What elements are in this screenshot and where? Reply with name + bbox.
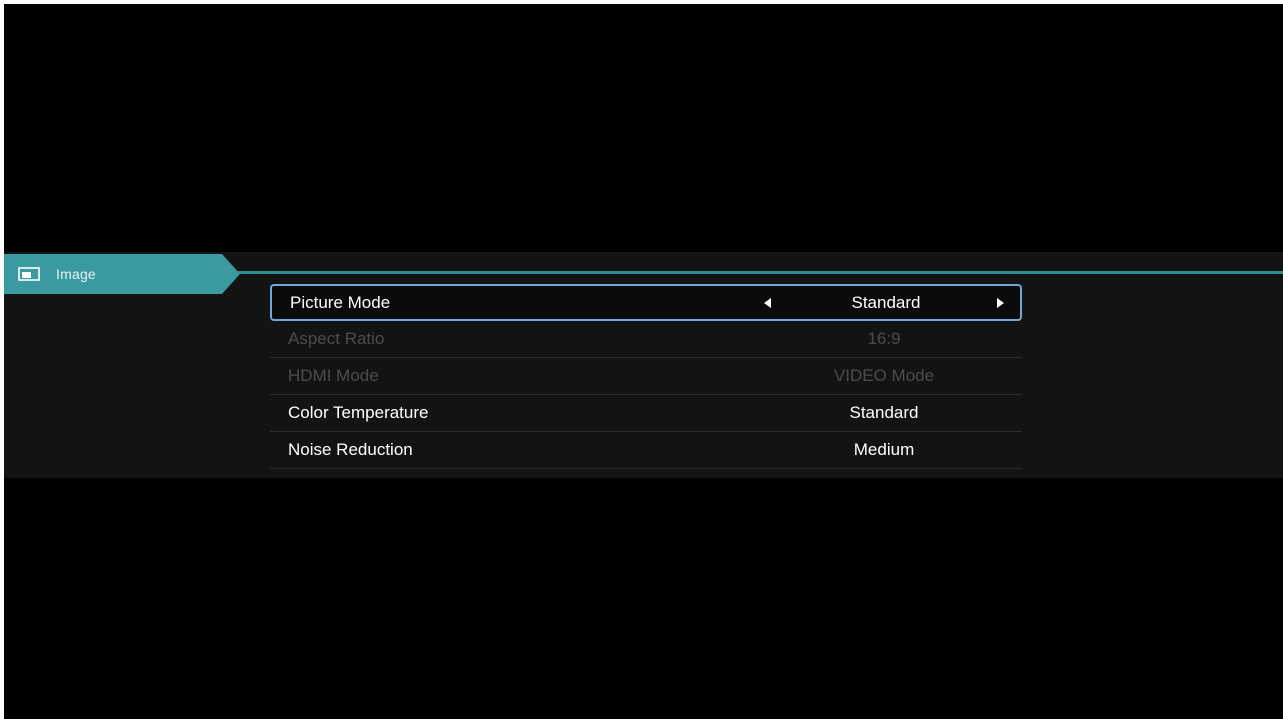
setting-value: Medium: [853, 440, 915, 459]
setting-noise-reduction[interactable]: Noise Reduction Medium: [270, 432, 1022, 469]
setting-hdmi-mode: HDMI Mode VIDEO Mode: [270, 358, 1022, 395]
setting-label: Color Temperature: [288, 403, 429, 422]
picture-icon: [18, 266, 42, 282]
setting-aspect-ratio: Aspect Ratio 16:9: [270, 321, 1022, 358]
setting-color-temperature[interactable]: Color Temperature Standard: [270, 395, 1022, 432]
setting-value: 16:9: [867, 329, 901, 348]
setting-label: Noise Reduction: [288, 440, 413, 459]
arrow-right-icon[interactable]: [997, 297, 1004, 308]
settings-list: Picture Mode Standard Aspect Ratio 16:9 …: [270, 284, 1022, 469]
setting-label: Aspect Ratio: [288, 329, 385, 348]
tv-screen: Image Picture Mode Standard Aspect Ratio…: [4, 4, 1283, 719]
setting-label: HDMI Mode: [288, 366, 379, 385]
setting-value: Standard: [851, 292, 921, 312]
setting-picture-mode[interactable]: Picture Mode Standard: [270, 284, 1022, 321]
setting-value: VIDEO Mode: [833, 366, 935, 385]
tab-image[interactable]: Image: [4, 254, 240, 294]
tab-image-label: Image: [56, 266, 96, 282]
arrow-left-icon[interactable]: [764, 297, 771, 308]
setting-label: Picture Mode: [290, 292, 391, 312]
setting-value: Standard: [849, 403, 919, 422]
